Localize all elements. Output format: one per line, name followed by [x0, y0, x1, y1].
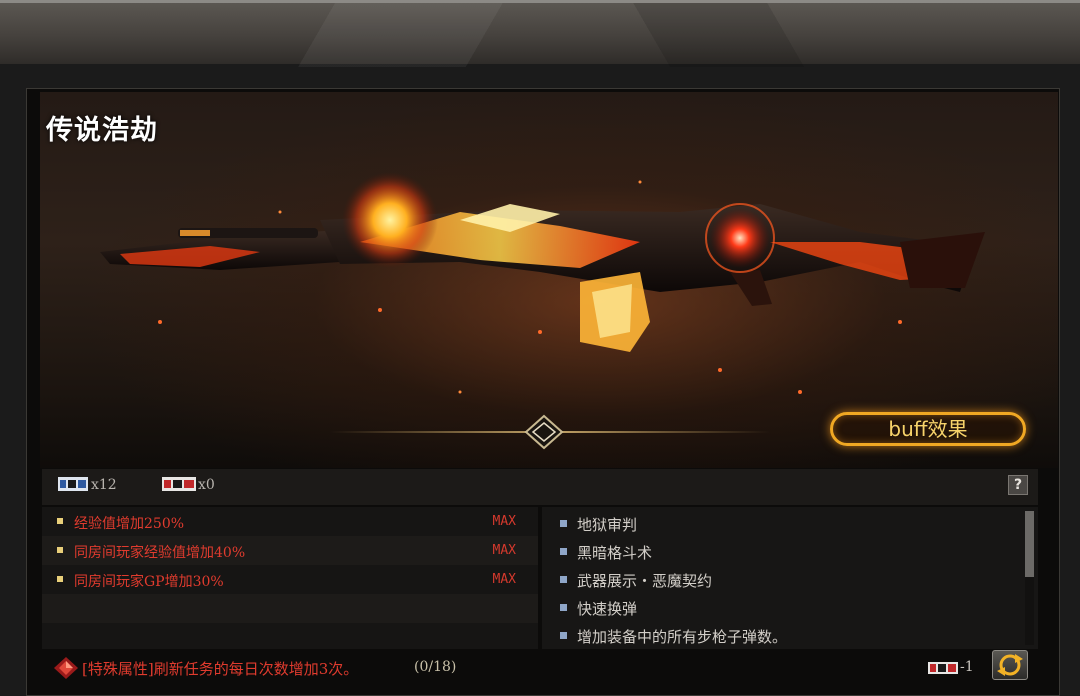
list-item: 武器展示・恶魔契约 — [542, 565, 1022, 593]
bullet-icon — [560, 548, 567, 555]
list-item: 经验值增加250% MAX — [42, 507, 538, 536]
red-gem-icon — [54, 657, 78, 679]
skill-label: 增加装备中的所有步枪子弹数。 — [577, 628, 788, 646]
bullet-icon — [560, 576, 567, 583]
attribute-level: MAX — [492, 514, 516, 529]
help-button[interactable]: ? — [1008, 475, 1028, 495]
skill-label: 地狱审判 — [577, 516, 638, 534]
bullet-icon — [560, 604, 567, 611]
blue-ticket-icon — [58, 477, 88, 491]
bullet-icon — [560, 520, 567, 527]
buff-effect-button[interactable]: buff效果 — [830, 412, 1026, 446]
scrollbar-thumb[interactable] — [1025, 511, 1034, 577]
bullet-icon — [57, 576, 63, 582]
list-item-empty — [42, 594, 538, 623]
red-ticket-icon — [928, 662, 958, 674]
bullet-icon — [57, 518, 63, 524]
skill-list: 地狱审判 黑暗格斗术 武器展示・恶魔契约 快速换弹 增加装备中的所有步枪子弹数。 — [542, 507, 1038, 649]
blue-ticket-count: x12 — [91, 477, 117, 493]
skill-label: 快速换弹 — [577, 600, 638, 618]
top-banner — [0, 0, 1080, 67]
list-item: 同房间玩家GP增加30% MAX — [42, 565, 538, 594]
list-item-empty — [42, 623, 538, 649]
attribute-label: 经验值增加250% — [74, 516, 185, 532]
refresh-button[interactable] — [992, 650, 1028, 680]
bullet-icon — [57, 547, 63, 553]
list-item: 黑暗格斗术 — [542, 537, 1022, 565]
skill-label: 武器展示・恶魔契约 — [577, 572, 713, 590]
attribute-list: 经验值增加250% MAX 同房间玩家经验值增加40% MAX 同房间玩家GP增… — [42, 507, 538, 649]
special-attribute-bar: [特殊属性]刷新任务的每日次数增加3次。 (0/18) -1 — [42, 650, 1038, 686]
red-ticket-count: x0 — [198, 477, 215, 493]
list-item: 快速换弹 — [542, 593, 1022, 621]
attribute-label: 同房间玩家GP增加30% — [74, 574, 224, 590]
ticket-bar: x12 x0 ? — [42, 469, 1038, 505]
attribute-level: MAX — [492, 543, 516, 558]
special-attribute-text: [特殊属性]刷新任务的每日次数增加3次。 — [82, 660, 359, 678]
skill-scrollbar[interactable] — [1025, 511, 1034, 645]
ornament-divider — [330, 414, 770, 450]
list-item: 同房间玩家经验值增加40% MAX — [42, 536, 538, 565]
list-item: 地狱审判 — [542, 509, 1022, 537]
refresh-cost: -1 — [960, 659, 974, 675]
attribute-label: 同房间玩家经验值增加40% — [74, 545, 246, 561]
skill-label: 黑暗格斗术 — [577, 544, 653, 562]
weapon-showcase: 传说浩劫 buff效果 — [40, 92, 1058, 468]
red-ticket-icon — [162, 477, 196, 491]
refresh-icon — [997, 654, 1023, 676]
attribute-level: MAX — [492, 572, 516, 587]
list-item: 增加装备中的所有步枪子弹数。 — [542, 621, 1022, 649]
task-progress: (0/18) — [414, 659, 457, 675]
bullet-icon — [560, 632, 567, 639]
weapon-title: 传说浩劫 — [46, 115, 158, 146]
